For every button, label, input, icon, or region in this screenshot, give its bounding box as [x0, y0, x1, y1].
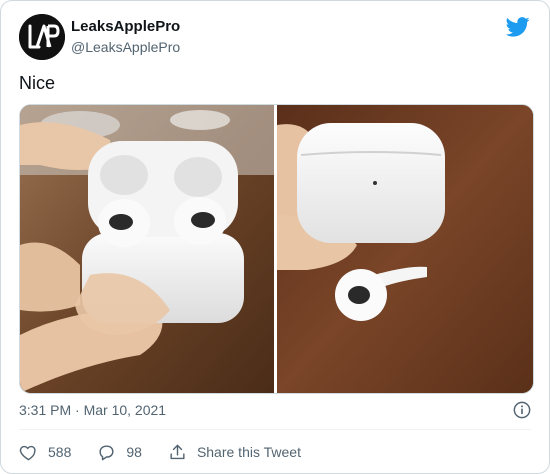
like-count: 588 [48, 444, 72, 460]
reply-bubble-icon [99, 444, 114, 460]
twitter-bird-icon[interactable] [506, 16, 530, 38]
reply-count: 98 [126, 444, 142, 460]
leaksapplepro-logo [19, 14, 65, 60]
avatar[interactable] [19, 14, 65, 60]
tweet-media[interactable] [19, 104, 534, 394]
photo-open-case-with-earbuds[interactable] [20, 105, 274, 393]
info-icon[interactable] [513, 401, 531, 419]
reply-button[interactable]: 98 [97, 443, 142, 462]
like-button[interactable]: 588 [19, 443, 71, 462]
separator [19, 429, 531, 430]
tweet-timestamp[interactable]: 3:31 PM · Mar 10, 2021 [19, 402, 166, 418]
author-handle[interactable]: @LeaksApplePro [71, 39, 180, 55]
photo-closed-case-and-earbud[interactable] [277, 105, 533, 393]
author-display-name[interactable]: LeaksApplePro [71, 18, 180, 35]
share-icon [170, 444, 185, 459]
tweet-actions: 588 98 Share this Tweet [19, 441, 327, 463]
share-button[interactable]: Share this Tweet [168, 443, 301, 462]
heart-icon [19, 445, 36, 460]
share-label: Share this Tweet [196, 444, 301, 460]
tweet-embed-card[interactable]: LeaksApplePro @LeaksApplePro Nice 3:31 P… [0, 0, 550, 474]
tweet-text: Nice [19, 73, 56, 93]
